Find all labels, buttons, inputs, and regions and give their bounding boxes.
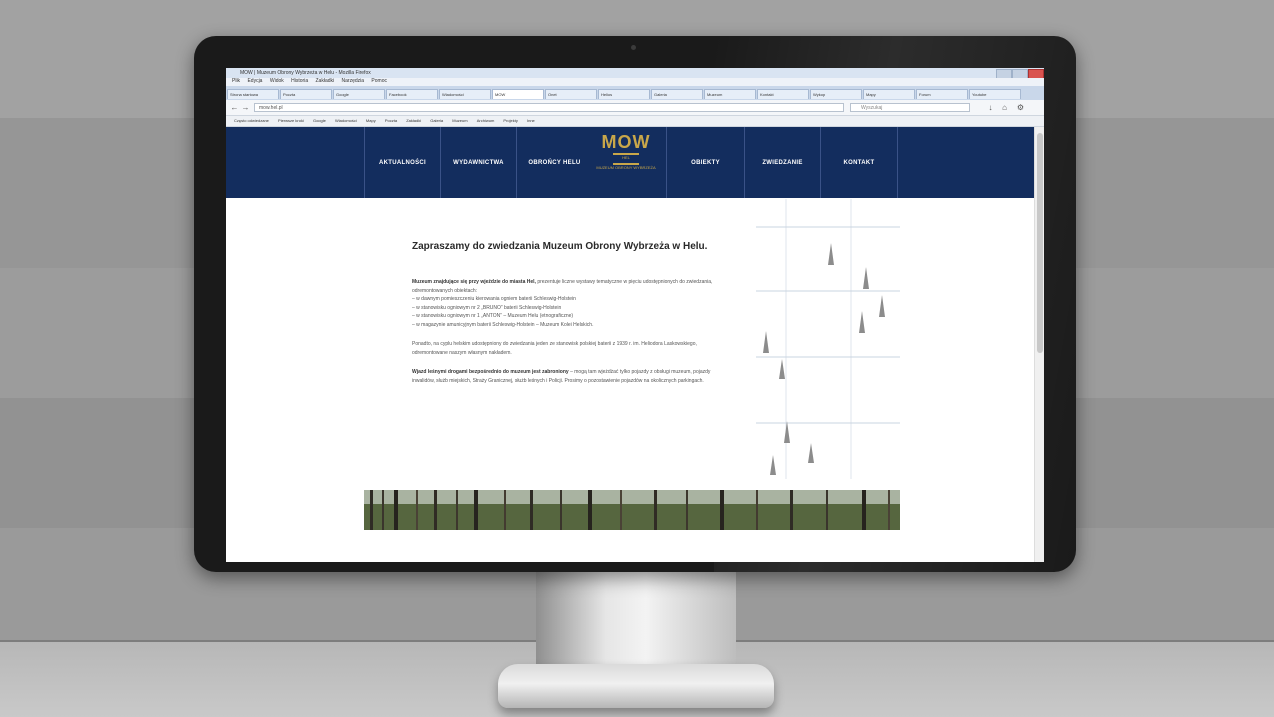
scrollbar-thumb[interactable] [1037,133,1043,353]
list-item: – w stanowisku ogniowym nr 1 „ANTON” – M… [412,313,574,319]
intro-paragraph: Muzeum znajdujące się przy wjeździe do m… [412,278,730,329]
nav-kontakt[interactable]: KONTAKT [820,127,898,198]
logo-subtitle: HEL [622,155,630,160]
bookmark-item[interactable]: Pierwsze kroki [278,118,304,123]
close-button[interactable] [1028,69,1044,78]
site-header: AKTUALNOŚCI WYDAWNICTWA OBROŃCY HELU MOW… [226,127,1044,198]
nav-zwiedzanie[interactable]: ZWIEDZANIE [744,127,820,198]
browser-tab[interactable]: Poczta [280,89,332,99]
bookmark-item[interactable]: Muzeum [452,118,467,123]
browser-tab[interactable]: Strona startowa [227,89,279,99]
monitor-base [498,664,774,708]
bookmark-item[interactable]: Często odwiedzane [234,118,269,123]
browser-tab[interactable]: Youtube [969,89,1021,99]
access-bold: Wjazd leśnymi drogami bezpośrednio do mu… [412,369,569,375]
secondary-paragraph: Ponadto, na cyplu helskim udostępniony d… [412,341,697,356]
browser-tab[interactable]: Onet [545,89,597,99]
bookmark-item[interactable]: Poczta [385,118,397,123]
menu-view[interactable]: Widok [270,78,284,84]
forest-photo [364,490,900,530]
window-titlebar: MOW | Muzeum Obrony Wybrzeża w Helu - Mo… [226,68,1044,78]
tab-strip: Strona startowa Poczta Google Facebook Wiado… [226,86,1044,100]
site-logo[interactable]: MOW HEL MUZEUM OBRONY WYBRZEŻA [594,133,658,193]
monitor-screen: MOW | Muzeum Obrony Wybrzeża w Helu - Mo… [226,68,1044,562]
download-icon[interactable]: ↓ [986,103,995,112]
menu-edit[interactable]: Edycja [247,78,262,84]
bookmark-item[interactable]: Wiadomości [335,118,357,123]
browser-tab[interactable]: Facebook [386,89,438,99]
home-icon[interactable]: ⌂ [1000,103,1009,112]
navigation-bar: ← → mow.hel.pl Wyszukaj ↓ ⌂ ⚙ [226,100,1044,116]
browser-tab[interactable]: Mapy [863,89,915,99]
browser-tab[interactable]: Kontakt [757,89,809,99]
bookmark-item[interactable]: Archiwum [477,118,495,123]
bookmark-item[interactable]: Google [313,118,326,123]
browser-tab[interactable]: Wykop [810,89,862,99]
browser-tab[interactable]: Google [333,89,385,99]
list-item: – w stanowisku ogniowym nr 2 „BRUNO” bat… [412,304,562,311]
forward-arrow-icon[interactable]: → [241,103,250,112]
monitor-stand [536,572,736,670]
list-item: – w dawnym pomieszczeniu kierowania ogni… [412,296,576,302]
url-bar[interactable]: mow.hel.pl [254,103,844,112]
logo-text: MOW [601,132,651,152]
bookmark-item[interactable]: Mapy [366,118,376,123]
page-title: Zapraszamy do zwiedzania Muzeum Obrony W… [412,241,708,252]
bookmarks-bar: Często odwiedzane Pierwsze kroki Google … [226,116,1044,127]
logo-tagline: MUZEUM OBRONY WYBRZEŻA [596,165,656,170]
intro-bold: Muzeum znajdujące się przy wjeździe do m… [412,279,536,285]
menu-history[interactable]: Historia [291,78,308,84]
back-arrow-icon[interactable]: ← [230,103,239,112]
search-input[interactable]: Wyszukaj [850,103,970,112]
menu-tools[interactable]: Narzędzia [342,78,365,84]
list-item: – w magazynie amunicyjnym baterii Schles… [412,321,594,328]
nav-wydawnictwa[interactable]: WYDAWNICTWA [440,127,516,198]
window-title: MOW | Muzeum Obrony Wybrzeża w Helu - Mo… [240,70,371,76]
browser-tab[interactable]: Wiadomości [439,89,491,99]
scrollbar[interactable] [1034,127,1044,562]
nav-obroncy-helu[interactable]: OBROŃCY HELU [516,127,592,198]
browser-tab[interactable]: Galeria [651,89,703,99]
decorative-tree-graphic [756,199,900,479]
browser-tab[interactable]: Helios [598,89,650,99]
main-content: Zapraszamy do zwiedzania Muzeum Obrony W… [412,241,730,396]
minimize-button[interactable] [996,69,1012,78]
menu-file[interactable]: Plik [232,78,240,84]
camera-icon [631,45,636,50]
page-viewport: AKTUALNOŚCI WYDAWNICTWA OBROŃCY HELU MOW… [226,127,1044,562]
browser-tab-active[interactable]: MOW [492,89,544,99]
bookmark-item[interactable]: Inne [527,118,535,123]
bookmark-item[interactable]: Galeria [430,118,443,123]
browser-tab[interactable]: Muzeum [704,89,756,99]
bookmark-item[interactable]: Zakładki [406,118,421,123]
menu-help[interactable]: Pomoc [371,78,387,84]
access-paragraph: Wjazd leśnymi drogami bezpośrednio do mu… [412,368,730,385]
maximize-button[interactable] [1012,69,1028,78]
menu-bookmarks[interactable]: Zakładki [316,78,335,84]
settings-icon[interactable]: ⚙ [1016,103,1025,112]
nav-obiekty[interactable]: OBIEKTY [666,127,744,198]
monitor-bezel: MOW | Muzeum Obrony Wybrzeża w Helu - Mo… [194,36,1076,572]
menu-bar: Plik Edycja Widok Historia Zakładki Narz… [226,78,1044,86]
bookmark-item[interactable]: Projekty [503,118,517,123]
browser-tab[interactable]: Forum [916,89,968,99]
nav-aktualnosci[interactable]: AKTUALNOŚCI [364,127,440,198]
